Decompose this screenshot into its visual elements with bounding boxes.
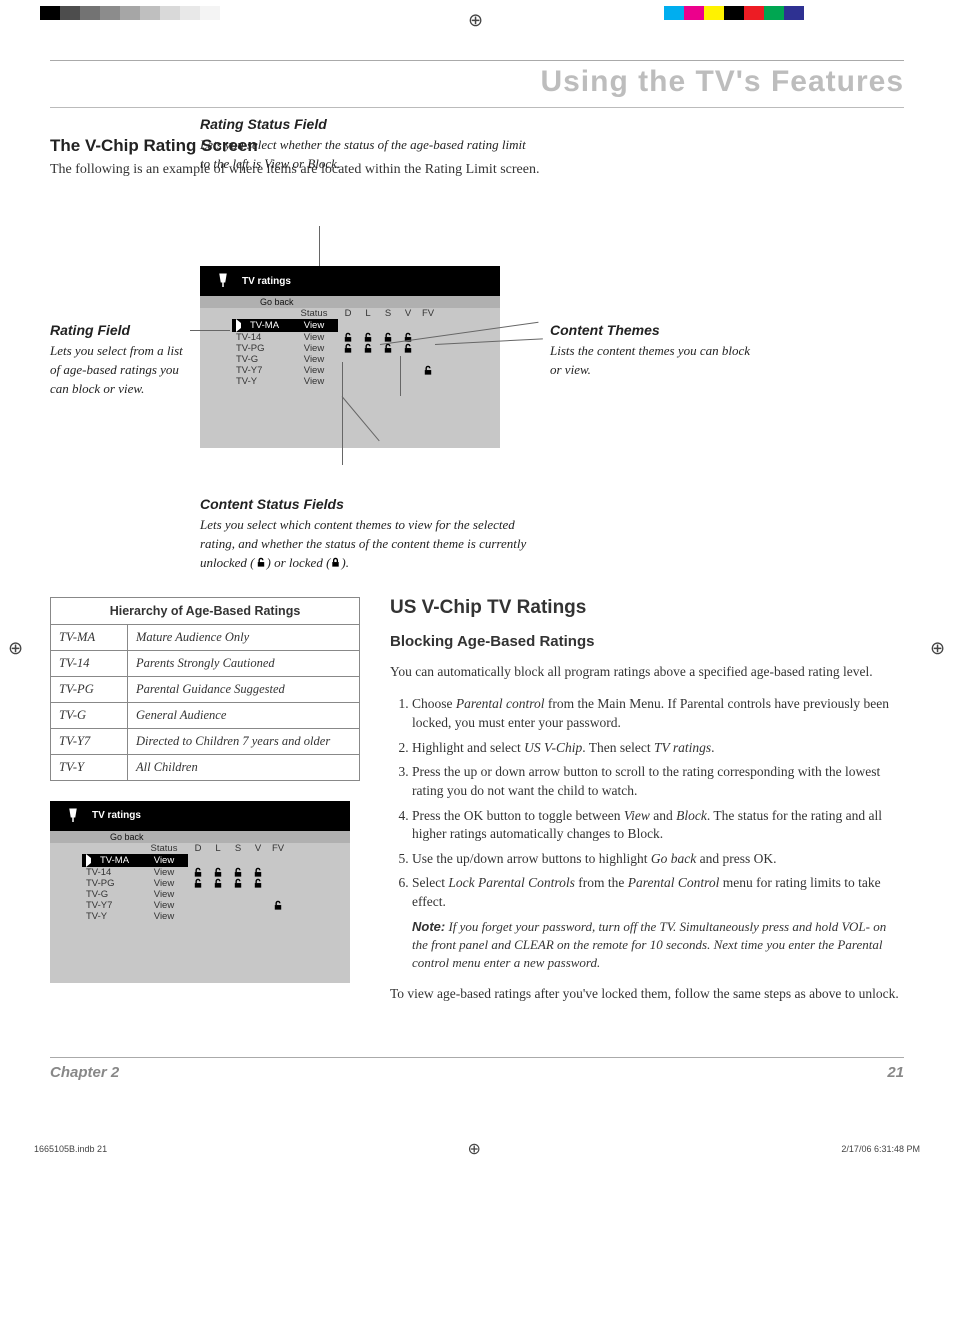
callout-rating-field: Rating Field Lets you select from a list… xyxy=(50,320,190,399)
tv-ratings-screen: TV ratings Go back StatusDLSVFVTV-MAView… xyxy=(200,266,500,448)
callout-content-status: Content Status Fields Lets you select wh… xyxy=(200,494,530,573)
crosshair-icon: ⊕ xyxy=(468,10,483,31)
hierarchy-table: Hierarchy of Age-Based Ratings TV-MAMatu… xyxy=(50,597,360,781)
chapter-title: Using the TV's Features xyxy=(50,61,904,108)
crosshair-icon: ⊕ xyxy=(930,638,945,659)
blocking-intro: You can automatically block all program … xyxy=(390,663,904,682)
blocking-steps: Choose Parental control from the Main Me… xyxy=(390,695,904,971)
closing-text: To view age-based ratings after you've l… xyxy=(390,985,904,1004)
footer-chapter: Chapter 2 xyxy=(50,1064,119,1081)
crosshair-icon: ⊕ xyxy=(8,638,23,659)
bucket-icon xyxy=(214,272,232,290)
crosshair-icon: ⊕ xyxy=(468,1139,481,1159)
bucket-icon xyxy=(64,807,82,825)
callout-content-themes: Content Themes Lists the content themes … xyxy=(550,320,750,380)
us-vchip-heading: US V-Chip TV Ratings xyxy=(390,597,904,619)
print-file: 1665105B.indb 21 xyxy=(34,1144,107,1154)
blocking-heading: Blocking Age-Based Ratings xyxy=(390,633,904,650)
print-timestamp: 2/17/06 6:31:48 PM xyxy=(841,1144,920,1154)
callout-rating-status: Rating Status Field Lets you select whet… xyxy=(200,114,530,174)
screen-title: TV ratings xyxy=(242,276,291,287)
tv-ratings-screen-small: TV ratings Go back StatusDLSVFVTV-MAView… xyxy=(50,801,350,983)
go-back-label: Go back xyxy=(200,296,500,308)
footer-page: 21 xyxy=(887,1064,904,1081)
